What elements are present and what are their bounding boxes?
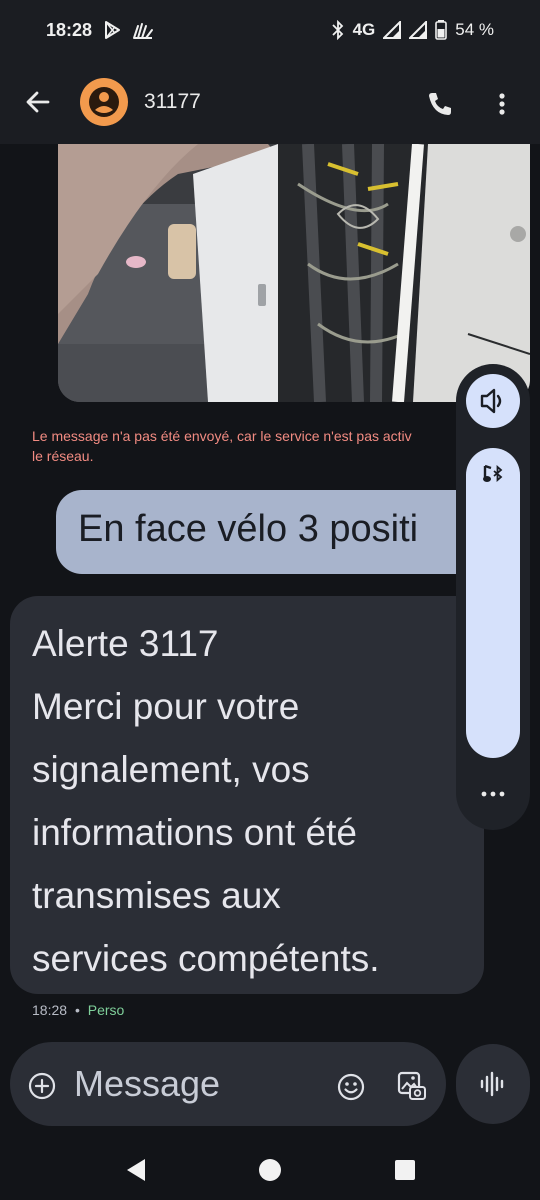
meta-separator: • [74, 1002, 80, 1018]
received-message-line: transmises aux [32, 875, 281, 916]
sent-message-text: En face vélo 3 positi [78, 508, 419, 550]
received-message-line: Alerte 3117 [32, 623, 219, 664]
status-right: 4G 54 % [331, 20, 494, 40]
received-message-line: informations ont été [32, 812, 357, 853]
photo-image [58, 144, 530, 402]
send-error-line-2: le réseau. [32, 448, 94, 464]
bluetooth-icon [331, 20, 343, 40]
volume-speaker-button[interactable] [466, 374, 520, 428]
battery-icon [435, 20, 448, 40]
hand-wave-icon [133, 23, 153, 39]
bluetooth-audio-icon [483, 464, 503, 482]
status-time: 18:28 [46, 20, 93, 40]
nav-recents-icon[interactable] [394, 1159, 416, 1181]
conversation-header: 31177 [0, 62, 540, 144]
phone-icon[interactable] [424, 88, 456, 120]
status-bar: 18:28 4G 54 % [0, 0, 540, 62]
emoji-icon[interactable] [336, 1072, 366, 1102]
contact-name[interactable]: 31177 [144, 90, 201, 114]
send-error-line-1: Le message n'a pas été envoyé, car le se… [32, 428, 412, 444]
received-message-bubble[interactable]: Alerte 3117 Merci pour votre signalement… [10, 596, 484, 994]
battery-level: 54 % [455, 20, 494, 39]
volume-slider[interactable] [466, 448, 520, 758]
navigation-bar [0, 1140, 540, 1200]
message-time: 18:28 [32, 1002, 68, 1018]
received-message-text: Alerte 3117 Merci pour votre signalement… [32, 612, 472, 990]
message-input[interactable] [74, 1060, 314, 1108]
sim-label: Perso [87, 1002, 125, 1018]
received-message-line: signalement, vos [32, 749, 310, 790]
person-icon [89, 87, 119, 117]
signal-icon [383, 21, 402, 39]
more-horiz-icon[interactable] [478, 784, 508, 804]
send-error-text: Le message n'a pas été envoyé, car le se… [32, 426, 472, 466]
network-type: 4G [352, 20, 376, 39]
add-circle-icon[interactable] [28, 1072, 56, 1100]
nav-back-icon[interactable] [124, 1157, 148, 1183]
volume-panel [456, 364, 530, 830]
photo-attachment[interactable] [58, 144, 530, 402]
voice-message-button[interactable] [456, 1044, 530, 1124]
message-meta: 18:28 • Perso [32, 1002, 124, 1018]
gallery-icon[interactable] [396, 1070, 428, 1102]
received-message-line: Merci pour votre [32, 686, 300, 727]
sent-message-bubble[interactable]: En face vélo 3 positi [56, 490, 506, 574]
status-left-icons [102, 20, 154, 40]
compose-bar [0, 1040, 540, 1140]
avatar[interactable] [80, 78, 128, 126]
nav-home-icon[interactable] [257, 1157, 283, 1183]
more-vert-icon[interactable] [490, 88, 514, 120]
compose-field[interactable] [10, 1042, 446, 1126]
signal-icon [409, 21, 428, 39]
back-arrow-icon[interactable] [22, 86, 54, 118]
play-store-icon [105, 21, 120, 39]
received-message-line: services compétents. [32, 938, 380, 979]
voice-waveform-icon [480, 1071, 504, 1097]
speaker-icon [480, 388, 502, 414]
